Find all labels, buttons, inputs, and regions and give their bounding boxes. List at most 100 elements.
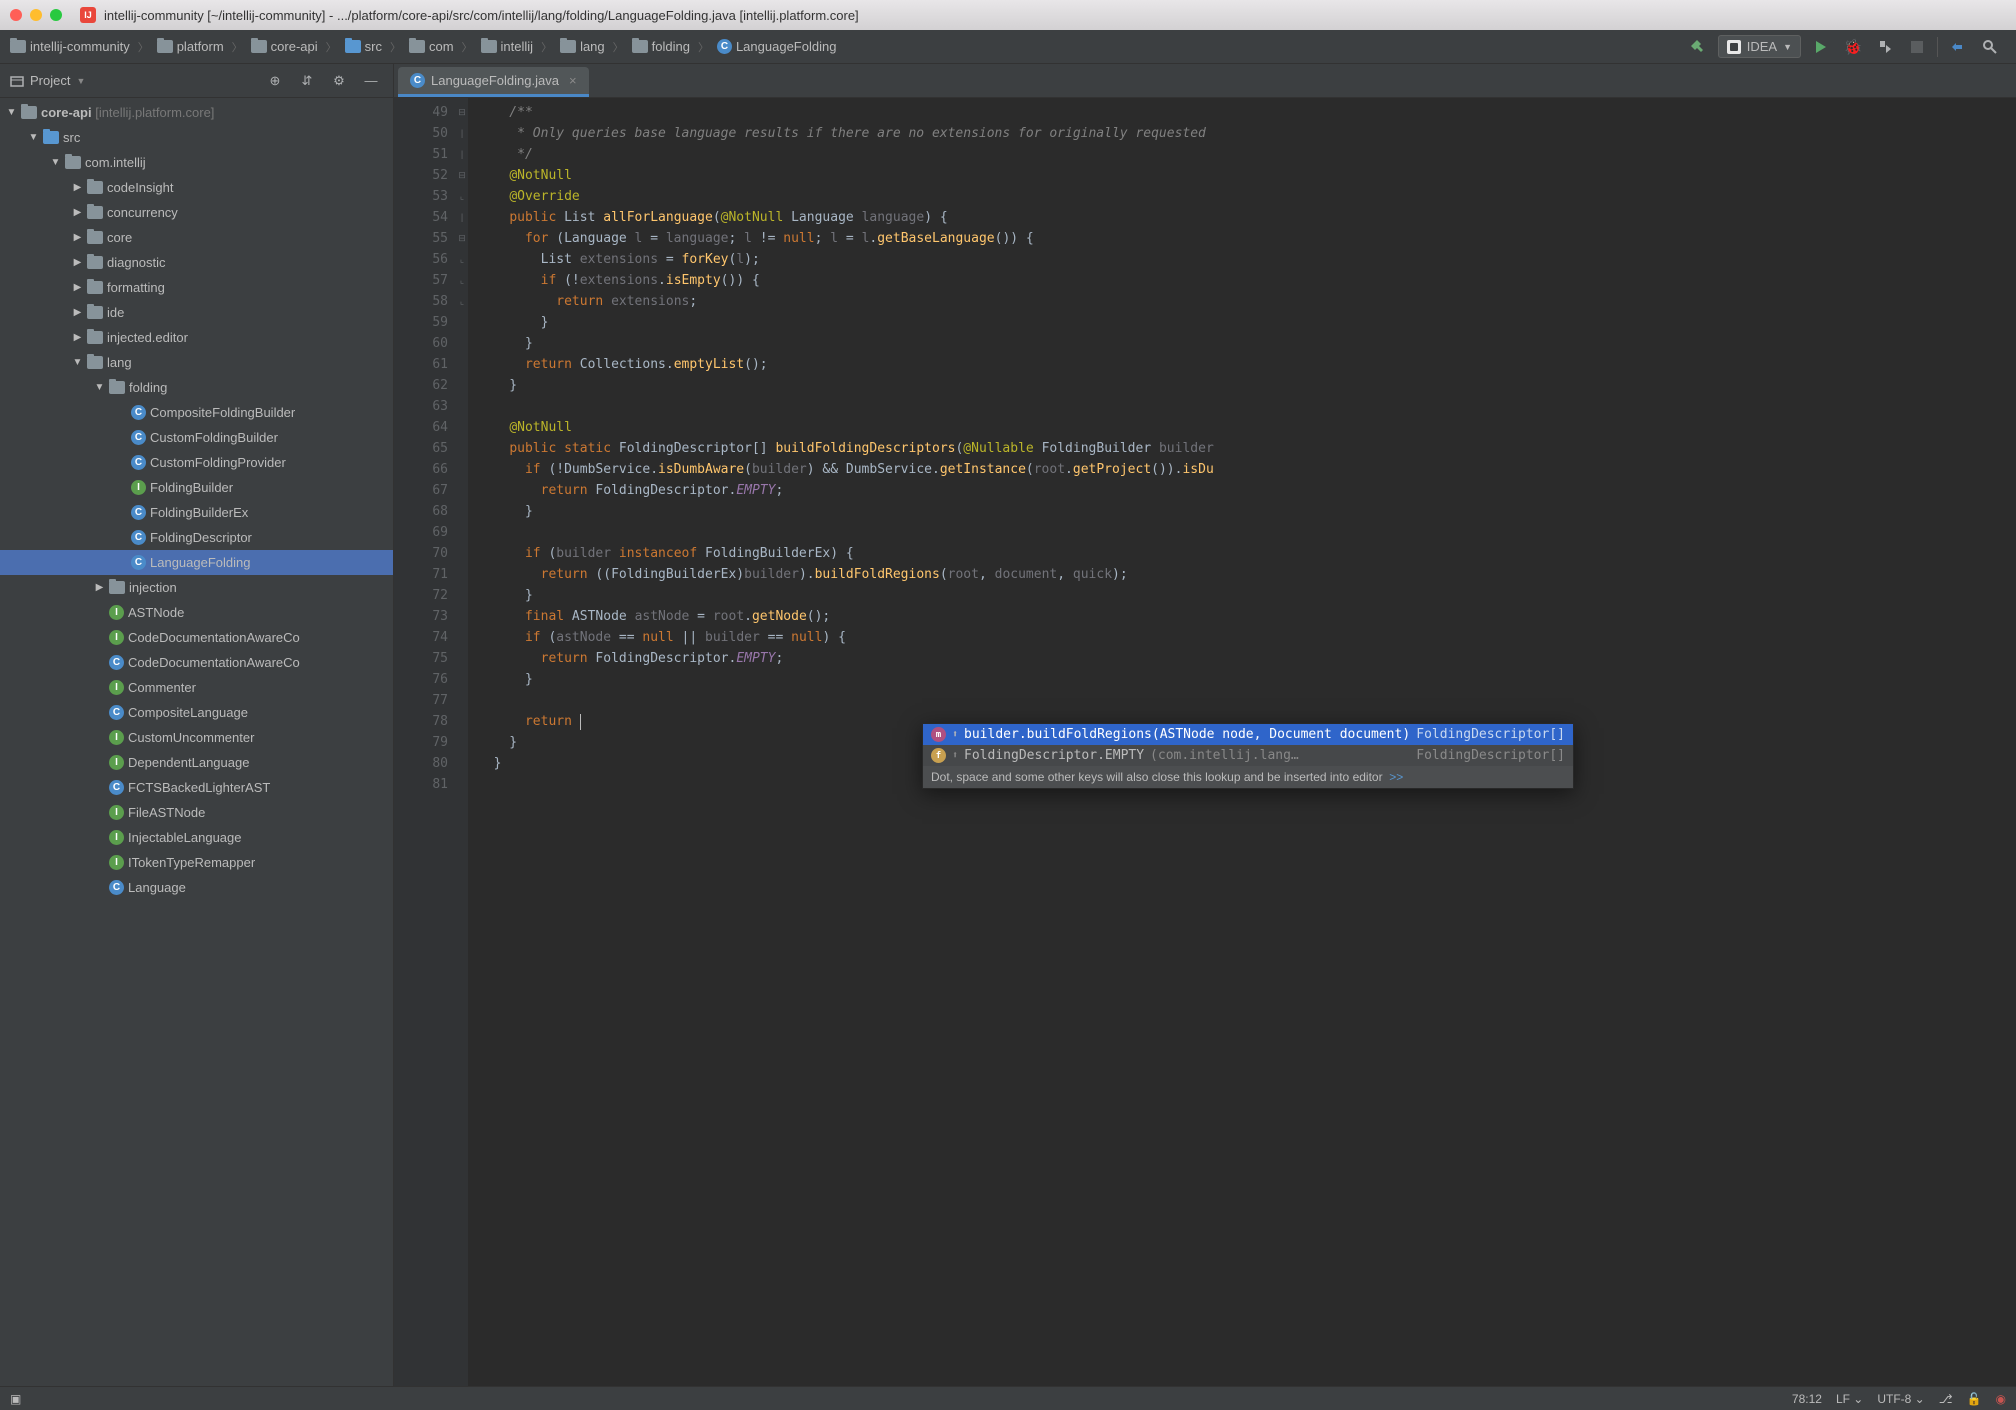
line-number[interactable]: 57 xyxy=(394,270,448,291)
line-number[interactable]: 51 xyxy=(394,144,448,165)
disclosure-arrow-icon[interactable] xyxy=(72,307,83,318)
line-number[interactable]: 73 xyxy=(394,606,448,627)
tree-item[interactable]: formatting xyxy=(0,275,393,300)
disclosure-arrow-icon[interactable] xyxy=(72,182,83,193)
line-number[interactable]: 64 xyxy=(394,417,448,438)
tree-item[interactable]: C FoldingBuilderEx xyxy=(0,500,393,525)
tree-item[interactable]: C CustomFoldingProvider xyxy=(0,450,393,475)
line-number[interactable]: 59 xyxy=(394,312,448,333)
disclosure-arrow-icon[interactable] xyxy=(72,257,83,268)
maximize-window-button[interactable] xyxy=(50,9,62,21)
line-number[interactable]: 65 xyxy=(394,438,448,459)
completion-item[interactable]: m ⬆ builder.buildFoldRegions(ASTNode nod… xyxy=(923,724,1573,745)
project-tree[interactable]: core-api [intellij.platform.core] src co… xyxy=(0,98,393,1386)
breadcrumb-package[interactable]: intellij xyxy=(477,37,538,56)
run-config-dropdown[interactable]: IDEA ▼ xyxy=(1718,35,1801,58)
disclosure-arrow-icon[interactable] xyxy=(72,332,83,343)
build-button[interactable] xyxy=(1686,35,1710,59)
disclosure-arrow-icon[interactable] xyxy=(6,107,17,118)
disclosure-arrow-icon[interactable] xyxy=(94,382,105,393)
line-number[interactable]: 68 xyxy=(394,501,448,522)
disclosure-arrow-icon[interactable] xyxy=(28,132,39,143)
tree-item[interactable]: codeInsight xyxy=(0,175,393,200)
line-number[interactable]: 55 xyxy=(394,228,448,249)
hide-button[interactable]: — xyxy=(359,69,383,93)
tree-item[interactable]: injection xyxy=(0,575,393,600)
tree-item[interactable]: I ITokenTypeRemapper xyxy=(0,850,393,875)
completion-hint-link[interactable]: >> xyxy=(1389,770,1403,784)
line-number[interactable]: 76 xyxy=(394,669,448,690)
breadcrumb-folder[interactable]: platform xyxy=(153,37,228,56)
line-number[interactable]: 62 xyxy=(394,375,448,396)
disclosure-arrow-icon[interactable] xyxy=(72,207,83,218)
line-number[interactable]: 49 xyxy=(394,102,448,123)
stop-button[interactable] xyxy=(1905,35,1929,59)
disclosure-arrow-icon[interactable] xyxy=(94,582,105,593)
line-separator[interactable]: LF ⌄ xyxy=(1836,1392,1863,1406)
line-number[interactable]: 74 xyxy=(394,627,448,648)
line-number[interactable]: 69 xyxy=(394,522,448,543)
line-number[interactable]: 70 xyxy=(394,543,448,564)
tool-windows-button[interactable]: ▣ xyxy=(10,1392,21,1406)
tree-item[interactable]: injected.editor xyxy=(0,325,393,350)
cursor-position[interactable]: 78:12 xyxy=(1792,1392,1822,1406)
line-number[interactable]: 75 xyxy=(394,648,448,669)
breadcrumb-package[interactable]: lang xyxy=(556,37,609,56)
run-coverage-button[interactable] xyxy=(1873,35,1897,59)
line-number[interactable]: 78 xyxy=(394,711,448,732)
tree-item[interactable]: I DependentLanguage xyxy=(0,750,393,775)
tree-item[interactable]: ide xyxy=(0,300,393,325)
line-number[interactable]: 53 xyxy=(394,186,448,207)
line-number[interactable]: 79 xyxy=(394,732,448,753)
tree-item[interactable]: C LanguageFolding xyxy=(0,550,393,575)
tree-item[interactable]: core xyxy=(0,225,393,250)
tree-item[interactable]: diagnostic xyxy=(0,250,393,275)
project-view-selector[interactable]: Project ▼ xyxy=(10,73,85,88)
tree-item[interactable]: concurrency xyxy=(0,200,393,225)
line-number[interactable]: 58 xyxy=(394,291,448,312)
line-number[interactable]: 52 xyxy=(394,165,448,186)
disclosure-arrow-icon[interactable] xyxy=(72,282,83,293)
line-number[interactable]: 60 xyxy=(394,333,448,354)
tree-item[interactable]: C CustomFoldingBuilder xyxy=(0,425,393,450)
collapse-all-button[interactable]: ⇵ xyxy=(295,69,319,93)
tree-item[interactable]: I Commenter xyxy=(0,675,393,700)
editor-tab[interactable]: C LanguageFolding.java × xyxy=(398,67,589,97)
tree-item[interactable]: C FoldingDescriptor xyxy=(0,525,393,550)
completion-popup[interactable]: m ⬆ builder.buildFoldRegions(ASTNode nod… xyxy=(922,723,1574,789)
line-number[interactable]: 63 xyxy=(394,396,448,417)
run-button[interactable] xyxy=(1809,35,1833,59)
tree-item[interactable]: lang xyxy=(0,350,393,375)
tree-item[interactable]: I CustomUncommenter xyxy=(0,725,393,750)
line-number[interactable]: 72 xyxy=(394,585,448,606)
tree-item[interactable]: I CodeDocumentationAwareCo xyxy=(0,625,393,650)
line-number-gutter[interactable]: 4950515253545556575859606162636465666768… xyxy=(394,98,456,1386)
search-everywhere-button[interactable] xyxy=(1978,35,2002,59)
breadcrumb-source[interactable]: src xyxy=(341,37,386,56)
tree-item[interactable]: com.intellij xyxy=(0,150,393,175)
tree-item[interactable]: I ASTNode xyxy=(0,600,393,625)
minimize-window-button[interactable] xyxy=(30,9,42,21)
line-number[interactable]: 80 xyxy=(394,753,448,774)
tree-item[interactable]: C CompositeFoldingBuilder xyxy=(0,400,393,425)
tree-item[interactable]: I FoldingBuilder xyxy=(0,475,393,500)
tree-item[interactable]: C CompositeLanguage xyxy=(0,700,393,725)
breadcrumb-package[interactable]: folding xyxy=(628,37,694,56)
breadcrumb-module[interactable]: intellij-community xyxy=(6,37,134,56)
file-encoding[interactable]: UTF-8 ⌄ xyxy=(1877,1392,1924,1406)
disclosure-arrow-icon[interactable] xyxy=(72,232,83,243)
tree-item[interactable]: I FileASTNode xyxy=(0,800,393,825)
close-tab-button[interactable]: × xyxy=(569,73,577,88)
disclosure-arrow-icon[interactable] xyxy=(72,357,83,368)
close-window-button[interactable] xyxy=(10,9,22,21)
disclosure-arrow-icon[interactable] xyxy=(50,157,61,168)
breadcrumb-class[interactable]: CLanguageFolding xyxy=(713,37,840,56)
line-number[interactable]: 56 xyxy=(394,249,448,270)
tree-item[interactable]: I InjectableLanguage xyxy=(0,825,393,850)
tree-item[interactable]: C Language xyxy=(0,875,393,900)
inspections-indicator[interactable]: ◉ xyxy=(1996,1392,2006,1406)
debug-button[interactable]: 🐞 xyxy=(1841,35,1865,59)
settings-button[interactable]: ⚙ xyxy=(327,69,351,93)
line-number[interactable]: 54 xyxy=(394,207,448,228)
line-number[interactable]: 77 xyxy=(394,690,448,711)
